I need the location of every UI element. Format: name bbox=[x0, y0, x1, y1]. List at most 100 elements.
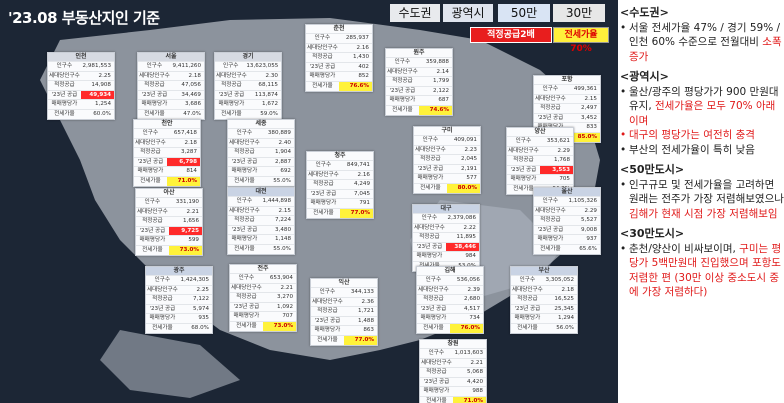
stat-label: 매매평당가 bbox=[231, 236, 258, 243]
stat-value: 47,056 bbox=[181, 82, 201, 89]
city-name: 부산 bbox=[511, 267, 577, 275]
stat-label: '23년 공급 bbox=[417, 165, 444, 172]
stat-label: 전세가율 bbox=[426, 397, 447, 403]
city-name: 광주 bbox=[146, 267, 212, 275]
stat-value: 849,741 bbox=[346, 162, 370, 168]
bullet: • 춘천/양산이 비싸보이며, 구미는 평당가 5백만원대 진입했으며 포항도 저… bbox=[620, 242, 784, 300]
stat-row: 매매평당가 814 bbox=[134, 166, 200, 176]
section-head: <광역시> bbox=[620, 70, 669, 83]
stat-value: 2.21 bbox=[280, 284, 293, 291]
section-50man: <50만도시> • 인구규모 및 전세가율을 고려하면 원래는 전주가 가장 저렴… bbox=[620, 163, 784, 221]
stat-row: 적정공급 11,895 bbox=[413, 232, 479, 242]
city-card: 김해 인구수 536,056 세대당인구수 2.39 적정공급 2,680 '23년 공급 4,… bbox=[416, 266, 484, 334]
stat-label: 매매평당가 bbox=[218, 101, 245, 108]
stat-value: 65.6% bbox=[579, 245, 597, 252]
city-card: 익산 인구수 344,133 세대당인구수 2.36 적정공급 1,721 '23년 공급 1,… bbox=[310, 278, 378, 346]
stat-value: 2.36 bbox=[361, 298, 374, 305]
stat-row: 세대당인구수 2.16 bbox=[306, 42, 372, 53]
stat-value: 1,488 bbox=[357, 317, 374, 324]
stat-label: 적정공급 bbox=[221, 82, 242, 89]
stat-value: 2,122 bbox=[432, 87, 449, 94]
stat-row: 인구수 344,133 bbox=[311, 287, 377, 297]
stat-label: 전세가율 bbox=[423, 324, 444, 331]
stat-label: 전세가율 bbox=[420, 184, 441, 191]
stat-label: '23년 공급 bbox=[423, 378, 450, 385]
stat-value: 707 bbox=[282, 313, 293, 320]
stat-value: 1,904 bbox=[274, 149, 291, 156]
stat-value: 2.18 bbox=[561, 286, 574, 293]
stat-row: '23년 공급 34,469 bbox=[138, 89, 204, 100]
city-card: 원주 인구수 359,888 세대당인구수 2.14 적정공급 1,799 '23년 공급 2,… bbox=[385, 48, 453, 116]
stat-row: 적정공급 14,908 bbox=[48, 80, 114, 90]
stat-value: 25,345 bbox=[554, 305, 574, 312]
stat-row: 인구수 359,888 bbox=[386, 57, 452, 67]
stat-row: 인구수 657,418 bbox=[134, 128, 200, 138]
stat-label: 인구수 bbox=[394, 59, 411, 65]
stat-label: 인구수 bbox=[236, 130, 253, 136]
stat-label: 매매평당가 bbox=[141, 101, 168, 108]
legend-50man: 50만 bbox=[498, 4, 550, 22]
stat-value: 7,122 bbox=[192, 296, 209, 303]
stat-row: '23년 공급 4,517 bbox=[417, 303, 483, 314]
stat-label: 적정공급 bbox=[234, 217, 255, 224]
stat-label: 전세가율 bbox=[236, 322, 257, 329]
legend-city: 광역시 bbox=[443, 4, 493, 22]
section-head: <수도권> bbox=[620, 6, 669, 19]
city-card: 대구 인구수 2,379,086 세대당인구수 2.22 적정공급 11,895'23년 공… bbox=[412, 204, 480, 272]
stat-label: '23년 공급 bbox=[420, 305, 447, 312]
stat-label: 매매평당가 bbox=[309, 73, 336, 80]
stat-label: 매매평당가 bbox=[149, 315, 176, 322]
city-card: 전주 인구수 653,904 세대당인구수 2.21 적정공급 3,270 '23년 공급 1,… bbox=[229, 264, 297, 332]
stat-row: 세대당인구수 2.29 bbox=[534, 205, 600, 216]
stat-value: 11,895 bbox=[456, 234, 476, 241]
stat-row: 인구수 499,361 bbox=[534, 84, 600, 94]
stat-label: 인구수 bbox=[144, 199, 161, 205]
city-card: 울산 인구수 1,105,326 세대당인구수 2.29 적정공급 5,527'23년 공급… bbox=[533, 187, 601, 255]
stat-label: 세대당인구수 bbox=[228, 139, 260, 146]
stat-row: '23년 공급 2,191 bbox=[414, 163, 480, 174]
stat-value: 2.40 bbox=[278, 139, 291, 146]
stat-value: 2.29 bbox=[584, 207, 597, 214]
stat-row: 전세가율 65.6% bbox=[534, 243, 600, 254]
stat-row: 매매평당가 687 bbox=[386, 95, 452, 105]
stat-row: 적정공급 7,224 bbox=[228, 215, 294, 225]
stat-row: 전세가율 59.0% bbox=[215, 108, 281, 119]
city-name: 춘천 bbox=[333, 25, 345, 32]
stat-label: 전세가율 bbox=[392, 106, 413, 113]
stat-value: 1,768 bbox=[553, 157, 570, 164]
stat-label: '23년 공급 bbox=[137, 158, 164, 165]
stat-value: 599 bbox=[188, 237, 199, 244]
stat-row: 세대당인구수 2.18 bbox=[134, 137, 200, 148]
stat-value: 6,798 bbox=[166, 157, 200, 167]
stat-value: 3,686 bbox=[184, 101, 201, 108]
stat-row: 적정공급 1,721 bbox=[311, 306, 377, 316]
stat-label: '23년 공급 bbox=[510, 166, 537, 173]
stat-label: 인구수 bbox=[425, 277, 442, 283]
stat-value: 2,887 bbox=[274, 158, 291, 165]
korea-map: '23.08 부동산지인 기준 수도권 광역시 50만 30만 적정공급2배 전… bbox=[0, 0, 618, 403]
stat-label: 전세가율 bbox=[142, 246, 163, 253]
city-card: 천안 인구수 657,418 세대당인구수 2.18 적정공급 3,287'23년 공급 6,… bbox=[133, 119, 201, 187]
stat-row: 전세가율 71.0% bbox=[420, 395, 486, 403]
stat-value: 5,974 bbox=[192, 305, 209, 312]
stat-label: '23년 공급 bbox=[233, 303, 260, 310]
bullet: • 부산의 전세가율이 특히 낮음 bbox=[620, 143, 784, 158]
bullet: • 대구의 평당가는 여전히 충격 bbox=[620, 128, 784, 143]
stat-row: 적정공급 4,249 bbox=[307, 179, 373, 189]
city-card: 청주 인구수 849,741 세대당인구수 2.16 적정공급 4,249 '23년 공급 7,… bbox=[306, 151, 374, 219]
stat-value: 2.25 bbox=[98, 72, 111, 79]
stat-row: '23년 공급 4,420 bbox=[420, 376, 486, 387]
stat-value: 536,056 bbox=[456, 277, 480, 283]
stat-label: 매매평당가 bbox=[51, 101, 78, 108]
stat-value: 9,411,260 bbox=[172, 63, 201, 69]
bullet-dot: • bbox=[620, 143, 627, 156]
city-name: 원주 bbox=[413, 49, 425, 56]
stat-row: 세대당인구수 2.39 bbox=[417, 284, 483, 295]
stat-label: 세대당인구수 bbox=[215, 72, 247, 79]
stat-label: 세대당인구수 bbox=[228, 207, 260, 214]
stat-row: 적정공급 5,527 bbox=[534, 215, 600, 225]
stat-label: 적정공급 bbox=[513, 157, 534, 164]
stat-label: '23년 공급 bbox=[537, 114, 564, 121]
stat-label: 세대당인구수 bbox=[534, 95, 566, 102]
stat-value: 2.21 bbox=[186, 208, 199, 215]
